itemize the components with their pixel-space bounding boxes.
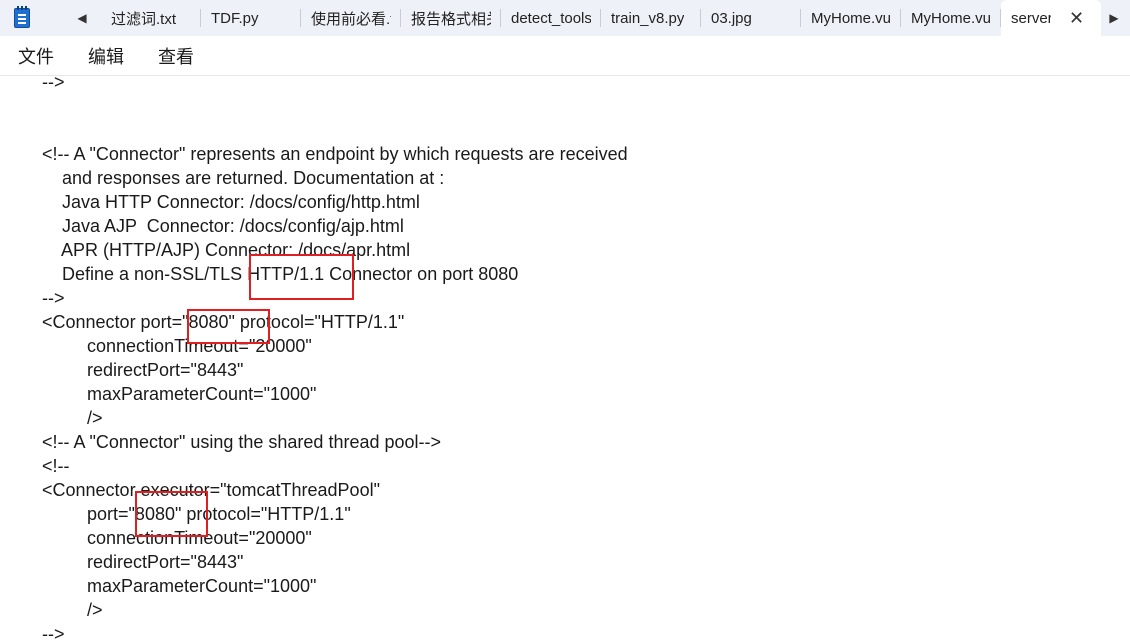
code-line: /> [42,408,103,428]
chevron-left-icon: ◀ [77,11,87,25]
code-line: Java AJP Connector: /docs/config/ajp.htm… [42,216,404,236]
code-line: redirectPort="8443" [42,552,244,572]
tab-bar: ◀ 过滤词.txt TDF.py 使用前必看.t 报告格式相关 detect_t… [0,0,1130,36]
tab-list: 过滤词.txt TDF.py 使用前必看.t 报告格式相关 detect_too… [101,0,1101,36]
tab-label: MyHome.vue [811,9,891,27]
notepad-app-icon [10,0,34,36]
tab-server-active[interactable]: server ✕ [1001,0,1101,36]
tab-myhome-vue-1[interactable]: MyHome.vue [801,0,901,36]
scroll-tabs-left-button[interactable]: ◀ [64,0,100,36]
code-line: --> [42,288,65,308]
code-line: <!-- A "Connector" represents an endpoin… [42,144,628,164]
menu-file[interactable]: 文件 [18,43,54,69]
code-line: <!-- A "Connector" using the shared thre… [42,432,442,452]
code-line: APR (HTTP/AJP) Connector: /docs/apr.html [42,240,411,260]
menu-edit[interactable]: 编辑 [88,43,124,69]
code-line: maxParameterCount="1000" [42,576,317,596]
code-line: redirectPort="8443" [42,360,244,380]
code-line: maxParameterCount="1000" [42,384,317,404]
tab-label: 报告格式相关 [411,10,491,28]
tab-label: detect_tools [511,9,591,27]
tab-label: train_v8.py [611,9,685,27]
code-line: /> [42,600,103,620]
tab-label: 过滤词.txt [111,10,177,28]
code-line: connectionTimeout="20000" [42,336,312,356]
tab-detect-tools[interactable]: detect_tools [501,0,601,36]
tab-label: TDF.py [211,9,259,27]
annotation-box-executor-port-8080 [135,491,208,537]
tab-filter-words[interactable]: 过滤词.txt [101,0,201,36]
text-editor[interactable]: --> <!-- A "Connector" represents an end… [0,77,1130,640]
tab-readme[interactable]: 使用前必看.t [301,0,401,36]
scroll-tabs-right-button[interactable]: ▶ [1098,0,1130,36]
menu-view[interactable]: 查看 [158,43,194,69]
tab-label: 使用前必看.t [311,10,391,28]
tab-label: server [1011,9,1051,27]
code-line: <!-- [42,456,70,476]
annotation-box-http-version [249,254,354,300]
tab-03-jpg[interactable]: 03.jpg [701,0,801,36]
tab-train-v8[interactable]: train_v8.py [601,0,701,36]
tab-label: MyHome.vue [911,9,991,27]
tab-label: 03.jpg [711,9,752,27]
chevron-right-icon: ▶ [1109,11,1119,25]
code-line: --> [42,77,65,92]
notepad-icon [14,6,30,28]
tab-tdf-py[interactable]: TDF.py [201,0,301,36]
code-line: Java HTTP Connector: /docs/config/http.h… [42,192,420,212]
annotation-box-port-8080 [187,309,270,344]
close-tab-icon[interactable]: ✕ [1069,9,1084,27]
tab-myhome-vue-2[interactable]: MyHome.vue [901,0,1001,36]
code-line: <Connector executor="tomcatThreadPool" [42,480,380,500]
tab-report-format[interactable]: 报告格式相关 [401,0,501,36]
code-line: --> [42,624,65,640]
menu-bar: 文件 编辑 查看 [0,36,1130,76]
code-line: and responses are returned. Documentatio… [42,168,445,188]
